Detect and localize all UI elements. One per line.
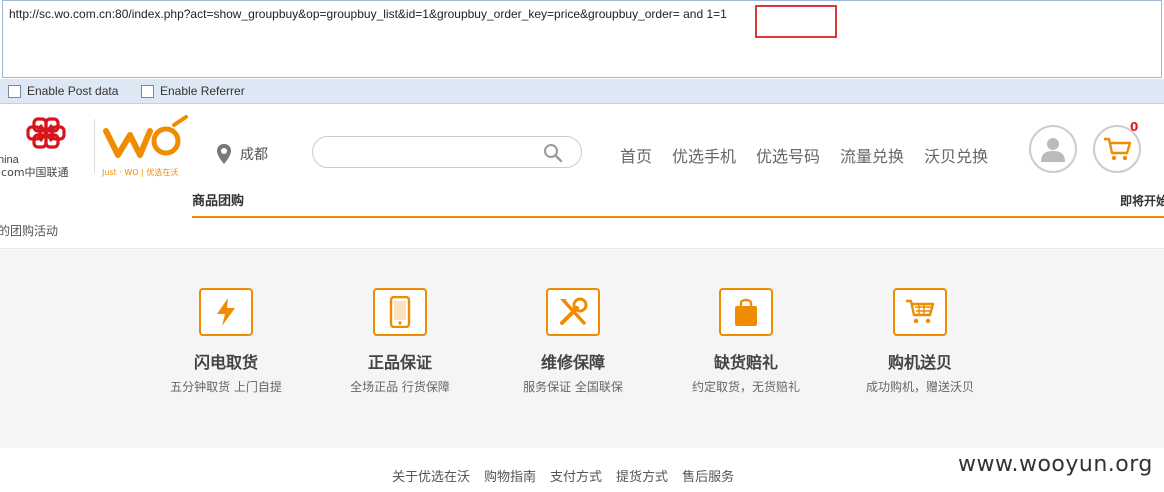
user-icon [1041, 138, 1065, 162]
nav-item-data-exchange[interactable]: 流量兑换 [840, 143, 904, 167]
checkbox-box[interactable] [141, 84, 154, 98]
feature-icon-box [893, 288, 947, 336]
feature-subtitle: 约定取货，无货赔礼 [691, 380, 800, 394]
search-icon[interactable] [543, 143, 563, 163]
url-text: http://sc.wo.com.cn:80/index.php?act=sho… [9, 7, 727, 21]
unicom-text-a: hina [0, 154, 20, 166]
footer-link-about[interactable]: 关于优选在沃 [392, 466, 470, 485]
watermark: www.wooyun.org [958, 452, 1153, 477]
wo-mark-icon: Just · WO | 优选在沃 [101, 115, 188, 177]
cart-icon [1104, 137, 1131, 161]
feature-bonus: 购机送贝 成功购机，赠送沃贝 [845, 288, 995, 395]
tools-icon [560, 297, 588, 325]
feature-subtitle: 全场正品 行货保障 [350, 380, 450, 394]
location-pin-icon [217, 144, 231, 164]
injection-highlight-box [755, 5, 837, 38]
divider [0, 248, 1164, 249]
feature-compensation: 缺货赔礼 约定取货，无货赔礼 [671, 288, 821, 395]
service-features: 闪电取货 五分钟取货 上门自提 正品保证 全场正品 行货保障 维修保障 服务保证… [0, 250, 1164, 448]
feature-title: 缺货赔礼 [713, 353, 778, 372]
footer-link-payment[interactable]: 支付方式 [550, 466, 602, 485]
bag-icon [735, 298, 757, 326]
feature-icon-box [199, 288, 253, 336]
city-label: 成都 [240, 147, 268, 163]
footer-link-aftersales[interactable]: 售后服务 [682, 466, 734, 485]
phone-icon [389, 296, 411, 328]
nav-item-home[interactable]: 首页 [620, 143, 652, 167]
footer-link-guide[interactable]: 购物指南 [484, 466, 536, 485]
user-button[interactable] [1029, 125, 1077, 173]
feature-title: 购机送贝 [887, 353, 952, 372]
unicom-text-b: icom中国联通 [0, 166, 69, 177]
feature-repair: 维修保障 服务保证 全国联保 [498, 288, 648, 395]
search-box[interactable] [312, 136, 582, 168]
feature-subtitle: 服务保证 全国联保 [523, 380, 623, 394]
tab-groupbuy[interactable]: 商品团购 [192, 190, 244, 209]
footer-links: 关于优选在沃 购物指南 支付方式 提货方式 售后服务 [392, 466, 734, 485]
enable-post-checkbox[interactable]: Enable Post data [8, 84, 118, 98]
feature-title: 维修保障 [540, 353, 605, 372]
feature-icon-box [546, 288, 600, 336]
main-nav: 首页 优选手机 优选号码 流量兑换 沃贝兑换 [620, 143, 988, 167]
enable-post-label: Enable Post data [27, 84, 119, 98]
url-prefix: http://sc.wo.com.cn:80/index.php?act=sho… [9, 7, 680, 21]
feature-icon-box [719, 288, 773, 336]
nav-item-numbers[interactable]: 优选号码 [756, 143, 820, 167]
url-textarea[interactable]: http://sc.wo.com.cn:80/index.php?act=sho… [2, 0, 1162, 78]
feature-subtitle: 成功购机，赠送沃贝 [865, 380, 974, 394]
nav-item-wobei-exchange[interactable]: 沃贝兑换 [924, 143, 988, 167]
unicom-knot-icon: hina icom中国联通 [0, 117, 69, 179]
footer-link-pickup[interactable]: 提货方式 [616, 466, 668, 485]
feature-title: 正品保证 [367, 353, 432, 372]
site-header: hina icom中国联通 Just · WO | 优选在沃 成都 首页 优选手… [0, 105, 1164, 185]
feature-subtitle: 五分钟取货 上门自提 [170, 380, 282, 394]
feature-fast-pickup: 闪电取货 五分钟取货 上门自提 [151, 288, 301, 395]
groupbuy-subnav: 商品团购 即将开始 [192, 188, 1164, 218]
url-injection: and 1=1 [679, 7, 727, 21]
logo-divider [94, 119, 95, 173]
feature-title: 闪电取货 [193, 353, 258, 372]
enable-referrer-checkbox[interactable]: Enable Referrer [141, 84, 245, 98]
wo-slogan: Just · WO | 优选在沃 [101, 167, 178, 177]
city-selector[interactable]: 成都 [216, 143, 268, 165]
checkbox-box[interactable] [8, 84, 21, 98]
feature-icon-box [373, 288, 427, 336]
feature-genuine: 正品保证 全场正品 行货保障 [325, 288, 475, 395]
wo-logo[interactable]: Just · WO | 优选在沃 [100, 113, 192, 177]
cart-icon [906, 299, 935, 324]
search-input[interactable] [327, 143, 537, 161]
nav-item-phones[interactable]: 优选手机 [672, 143, 736, 167]
hackbar-options-bar: Enable Post data Enable Referrer [0, 79, 1164, 104]
activity-title: 的团购活动 [0, 224, 59, 238]
enable-referrer-label: Enable Referrer [160, 84, 245, 98]
china-unicom-logo[interactable]: hina icom中国联通 [0, 113, 92, 179]
cart-count-badge: 0 [1130, 120, 1139, 134]
tab-upcoming[interactable]: 即将开始 [1120, 192, 1164, 209]
lightning-icon [217, 298, 235, 326]
